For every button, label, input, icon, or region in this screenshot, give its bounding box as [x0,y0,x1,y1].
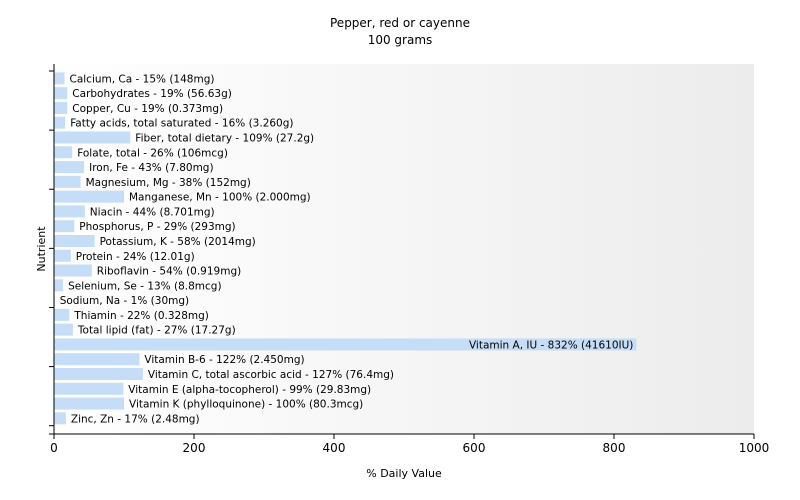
bar [54,220,75,233]
bar-label: Calcium, Ca - 15% (148mg) [70,73,215,85]
bar [54,279,64,292]
bar-label: Magnesium, Mg - 38% (152mg) [86,177,251,189]
bar-label: Riboflavin - 54% (0.919mg) [97,266,241,278]
bar-label: Sodium, Na - 1% (30mg) [60,295,189,307]
bar-label: Phosphorus, P - 29% (293mg) [79,221,235,233]
y-ticks-group [49,70,54,435]
bar [54,146,73,159]
bar-label: Carbohydrates - 19% (56.63g) [72,88,232,100]
bar [54,353,140,366]
bar [54,397,124,410]
bar-label: Niacin - 44% (8.701mg) [90,206,215,218]
bar-label: Total lipid (fat) - 27% (17.27g) [77,325,236,337]
bar [54,205,85,218]
bar [54,323,73,336]
bar [54,412,66,425]
bar-label: Iron, Fe - 43% (7.80mg) [89,162,213,174]
bar-label: Copper, Cu - 19% (0.373mg) [72,103,223,115]
bar [54,87,68,100]
bar [54,234,95,247]
bar-label: Fiber, total dietary - 109% (27.2g) [135,133,314,145]
bar [54,116,66,129]
bar [54,264,92,277]
bar-label: Vitamin C, total ascorbic acid - 127% (7… [148,369,394,381]
x-tick-label: 400 [323,441,346,455]
x-tick-label: 200 [183,441,206,455]
x-axis-title: % Daily Value [366,467,442,480]
bar [54,382,124,395]
bar [54,249,71,262]
bar-label: Vitamin E (alpha-tocopherol) - 99% (29.8… [128,384,371,396]
bar-label: Selenium, Se - 13% (8.8mcg) [68,280,221,292]
bar-label: Folate, total - 26% (106mcg) [77,147,228,159]
bar [54,190,124,203]
bar [54,101,68,114]
x-tick-label: 600 [463,441,486,455]
x-tick-label: 0 [50,441,58,455]
bar-label: Protein - 24% (12.01g) [76,251,195,263]
bar-label: Vitamin K (phylloquinone) - 100% (80.3mc… [129,399,363,411]
x-tick-label: 1000 [739,441,770,455]
x-ticks-group: 0 200 400 600 800 1000 [50,434,769,455]
chart: Pepper, red or cayenne 100 grams Calcium… [35,16,769,480]
bar-label: Thiamin - 22% (0.328mg) [73,310,209,322]
bar [54,175,81,188]
bar-label: Potassium, K - 58% (2014mg) [100,236,256,248]
bar [54,367,143,380]
bar-label: Manganese, Mn - 100% (2.000mg) [129,192,311,204]
x-tick-label: 800 [603,441,626,455]
bar-label: Vitamin B-6 - 122% (2.450mg) [144,354,304,366]
y-axis-title: Nutrient [35,226,48,272]
bar-label: Vitamin A, IU - 832% (41610IU) [469,339,633,351]
bar-label: Fatty acids, total saturated - 16% (3.26… [70,118,293,130]
chart-title: Pepper, red or cayenne [330,16,470,30]
bar-label: Zinc, Zn - 17% (2.48mg) [71,413,200,425]
bar [54,161,85,174]
bar [54,131,131,144]
bar [54,308,70,321]
bar [54,72,65,85]
chart-subtitle: 100 grams [368,33,433,47]
